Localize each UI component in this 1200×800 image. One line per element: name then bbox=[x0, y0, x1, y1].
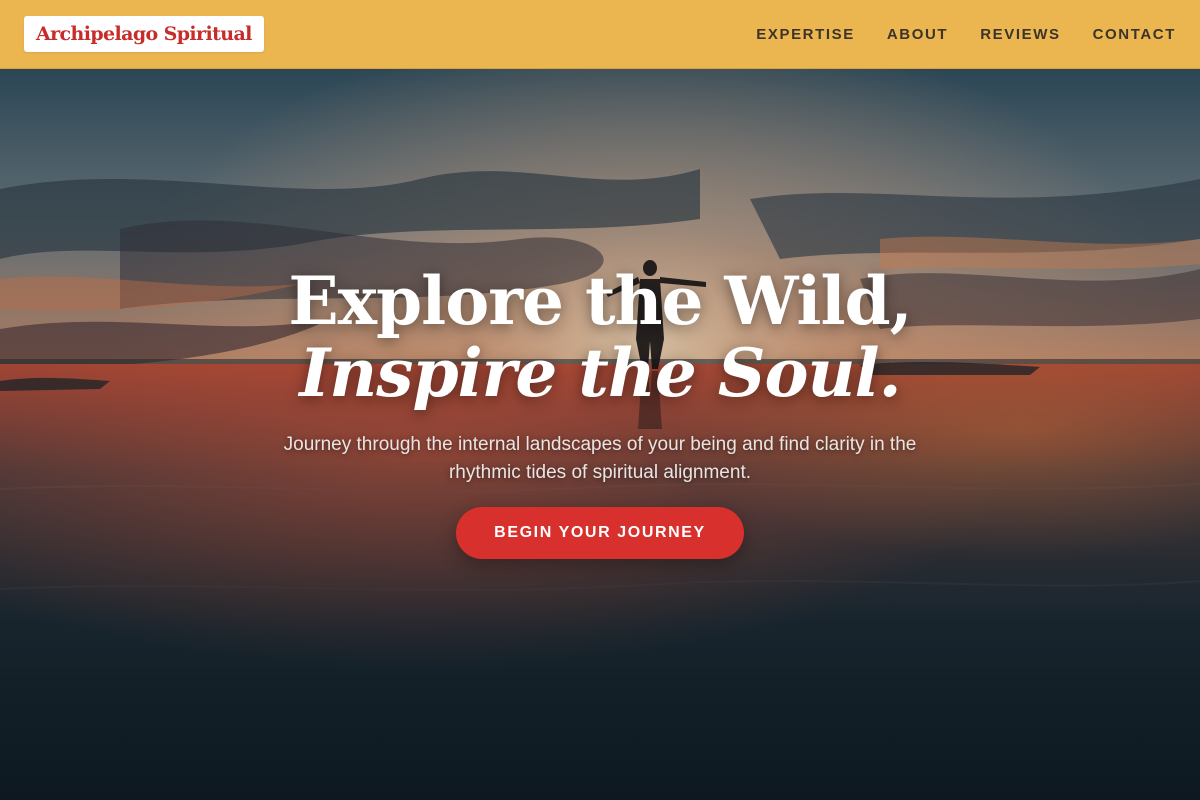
nav-link-reviews[interactable]: REVIEWS bbox=[980, 26, 1060, 43]
site-header: Archipelago Spiritual EXPERTISE ABOUT RE… bbox=[0, 0, 1200, 69]
site-logo[interactable]: Archipelago Spiritual bbox=[24, 16, 264, 52]
headline-line-2: Inspire the Soul. bbox=[299, 334, 901, 412]
nav-link-expertise[interactable]: EXPERTISE bbox=[756, 26, 855, 43]
nav-link-contact[interactable]: CONTACT bbox=[1093, 26, 1176, 43]
hero-headline: Explore the Wild, Inspire the Soul. bbox=[288, 262, 912, 412]
main-nav: EXPERTISE ABOUT REVIEWS CONTACT bbox=[756, 26, 1176, 43]
headline-line-1: Explore the Wild, bbox=[288, 262, 912, 340]
hero-section: Explore the Wild, Inspire the Soul. Jour… bbox=[0, 69, 1200, 800]
nav-link-about[interactable]: ABOUT bbox=[887, 26, 948, 43]
hero-content: Explore the Wild, Inspire the Soul. Jour… bbox=[0, 265, 1200, 559]
begin-journey-button[interactable]: BEGIN YOUR JOURNEY bbox=[456, 507, 744, 559]
hero-subtext: Journey through the internal landscapes … bbox=[283, 434, 917, 483]
